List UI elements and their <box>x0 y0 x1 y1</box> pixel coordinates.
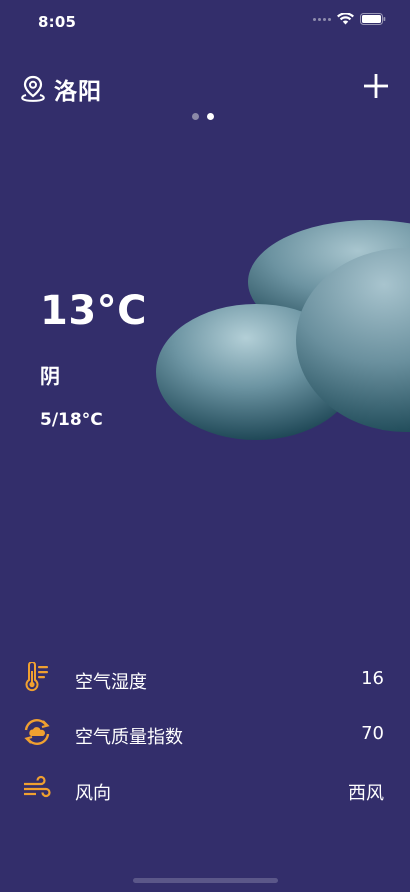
plus-icon[interactable] <box>362 72 390 100</box>
wifi-icon <box>337 13 354 25</box>
signal-icon <box>313 17 331 21</box>
battery-icon <box>360 13 386 25</box>
page-dot-1[interactable] <box>192 113 199 120</box>
current-temperature: 13°C <box>40 288 148 334</box>
detail-row-air-quality: 空气质量指数 70 <box>0 711 410 751</box>
detail-label: 空气湿度 <box>75 672 147 693</box>
header: 洛阳 <box>0 62 410 112</box>
page-indicator[interactable] <box>192 113 214 120</box>
page-dot-2[interactable] <box>207 113 214 120</box>
status-time: 8:05 <box>38 13 77 31</box>
detail-value: 70 <box>361 723 384 744</box>
status-icons <box>313 13 386 25</box>
status-bar: 8:05 <box>0 0 410 44</box>
detail-label: 风向 <box>75 783 111 804</box>
thermometer-icon <box>25 662 48 692</box>
city-name[interactable]: 洛阳 <box>54 72 102 106</box>
temperature-range: 5/18°C <box>40 410 103 430</box>
detail-value: 16 <box>361 668 384 689</box>
detail-row-humidity: 空气湿度 16 <box>0 656 410 696</box>
air-quality-cycle-icon <box>24 719 50 745</box>
detail-label: 空气质量指数 <box>75 727 183 748</box>
detail-value: 西风 <box>348 783 384 804</box>
location-pin-icon <box>21 75 45 102</box>
cloud-icon <box>156 220 410 440</box>
location-selector[interactable]: 洛阳 <box>20 72 102 106</box>
weather-condition: 阴 <box>40 364 60 388</box>
home-indicator[interactable] <box>133 878 278 883</box>
wind-icon <box>24 775 51 798</box>
detail-row-wind: 风向 西风 <box>0 767 410 807</box>
